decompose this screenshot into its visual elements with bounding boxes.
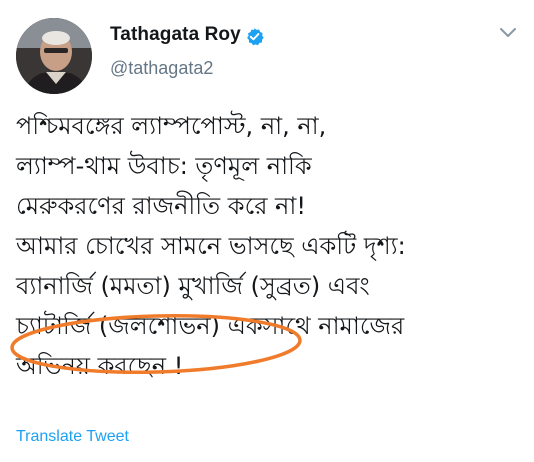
user-handle[interactable]: @tathagata2 — [110, 58, 213, 79]
chevron-down-icon[interactable] — [498, 26, 518, 40]
tweet-line-3: মেরুকরণের রাজনীতি করে না! — [16, 192, 306, 220]
translate-tweet-link[interactable]: Translate Tweet — [16, 428, 129, 446]
avatar[interactable] — [16, 18, 92, 94]
display-name[interactable]: Tathagata Roy — [110, 24, 241, 46]
tweet-line-5: ব্যানার্জি (মমতা) মুখার্জি (সুব্রত) এবং — [16, 272, 370, 300]
tweet-line-2: ল্যাম্প-থাম উবাচ: তৃণমূল নাকি — [16, 152, 312, 180]
tweet-line-4: আমার চোখের সামনে ভাসছে একটি দৃশ্য: — [16, 232, 406, 260]
verified-badge-icon — [247, 28, 264, 46]
tweet-card: Tathagata Roy @tathagata2 পশ্চিমবঙ্গের ল… — [0, 0, 534, 462]
highlight-ellipse — [10, 314, 302, 374]
avatar-photo — [16, 18, 92, 94]
tweet-line-1: পশ্চিমবঙ্গের ল্যাম্পপোস্ট, না, না, — [16, 112, 327, 140]
